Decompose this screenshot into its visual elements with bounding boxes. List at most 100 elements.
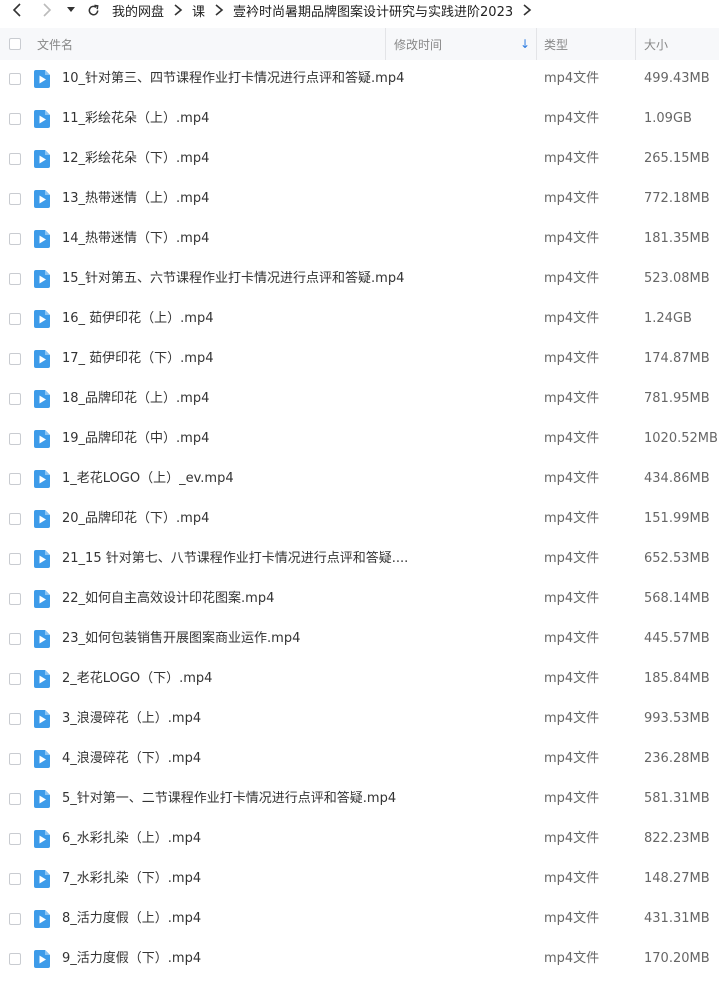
row-checkbox[interactable] — [9, 193, 21, 205]
file-name[interactable]: 1_老花LOGO（上）_ev.mp4 — [62, 459, 234, 499]
row-checkbox[interactable] — [9, 73, 21, 85]
file-row[interactable]: 3_浪漫碎花（上）.mp4 mp4文件 993.53MB — [0, 699, 719, 739]
file-row[interactable]: 9_活力度假（下）.mp4 mp4文件 170.20MB — [0, 939, 719, 979]
row-checkbox[interactable] — [9, 313, 21, 325]
file-row[interactable]: 22_如何自主高效设计印花图案.mp4 mp4文件 568.14MB — [0, 579, 719, 619]
file-name[interactable]: 10_针对第三、四节课程作业打卡情况进行点评和答疑.mp4 — [62, 59, 404, 99]
column-header-size[interactable]: 大小 — [644, 28, 668, 60]
file-row[interactable]: 23_如何包装销售开展图案商业运作.mp4 mp4文件 445.57MB — [0, 619, 719, 659]
row-checkbox[interactable] — [9, 473, 21, 485]
file-name[interactable]: 7_水彩扎染（下）.mp4 — [62, 859, 201, 899]
row-checkbox[interactable] — [9, 833, 21, 845]
file-name[interactable]: 2_老花LOGO（下）.mp4 — [62, 659, 212, 699]
row-checkbox[interactable] — [9, 953, 21, 965]
file-type: mp4文件 — [544, 431, 600, 446]
row-checkbox[interactable] — [9, 353, 21, 365]
file-name[interactable]: 3_浪漫碎花（上）.mp4 — [62, 699, 201, 739]
file-name[interactable]: 4_浪漫碎花（下）.mp4 — [62, 739, 201, 779]
file-row[interactable]: 11_彩绘花朵（上）.mp4 mp4文件 1.09GB — [0, 99, 719, 139]
sort-arrow-icon[interactable]: ↓ — [520, 28, 530, 60]
file-name[interactable]: 20_品牌印花（下）.mp4 — [62, 499, 209, 539]
file-row[interactable]: 8_活力度假（上）.mp4 mp4文件 431.31MB — [0, 899, 719, 939]
file-type: mp4文件 — [544, 671, 600, 686]
file-row[interactable]: 18_品牌印花（上）.mp4 mp4文件 781.95MB — [0, 379, 719, 419]
file-row[interactable]: 7_水彩扎染（下）.mp4 mp4文件 148.27MB — [0, 859, 719, 899]
file-row[interactable]: 10_针对第三、四节课程作业打卡情况进行点评和答疑.mp4 mp4文件 499.43… — [0, 59, 719, 99]
file-type: mp4文件 — [544, 351, 600, 366]
column-divider[interactable] — [385, 28, 386, 60]
file-size: 822.23MB — [644, 831, 710, 846]
file-list-header: 文件名 修改时间 ↓ 类型 大小 — [0, 28, 719, 60]
file-name[interactable]: 23_如何包装销售开展图案商业运作.mp4 — [62, 619, 300, 659]
file-row[interactable]: 15_针对第五、六节课程作业打卡情况进行点评和答疑.mp4 mp4文件 523.08… — [0, 259, 719, 299]
row-checkbox[interactable] — [9, 153, 21, 165]
file-row[interactable]: 13_热带迷情（上）.mp4 mp4文件 772.18MB — [0, 179, 719, 219]
column-divider[interactable] — [635, 28, 636, 60]
file-type: mp4文件 — [544, 71, 600, 86]
file-name[interactable]: 5_针对第一、二节课程作业打卡情况进行点评和答疑.mp4 — [62, 779, 396, 819]
file-row[interactable]: 17_ 茹伊印花（下）.mp4 mp4文件 174.87MB — [0, 339, 719, 379]
row-checkbox[interactable] — [9, 513, 21, 525]
file-row[interactable]: 6_水彩扎染（上）.mp4 mp4文件 822.23MB — [0, 819, 719, 859]
breadcrumb-item-current-folder[interactable]: 壹衿时尚暑期品牌图案设计研究与实践进阶2023 — [233, 1, 513, 20]
row-checkbox[interactable] — [9, 113, 21, 125]
video-file-icon — [33, 630, 51, 648]
row-checkbox[interactable] — [9, 873, 21, 885]
column-header-name[interactable]: 文件名 — [37, 28, 73, 60]
file-name[interactable]: 18_品牌印花（上）.mp4 — [62, 379, 209, 419]
refresh-icon[interactable] — [84, 0, 102, 20]
file-row[interactable]: 4_浪漫碎花（下）.mp4 mp4文件 236.28MB — [0, 739, 719, 779]
row-checkbox[interactable] — [9, 673, 21, 685]
breadcrumb-item-my-drive[interactable]: 我的网盘 — [112, 1, 164, 20]
file-row[interactable]: 20_品牌印花（下）.mp4 mp4文件 151.99MB — [0, 499, 719, 539]
file-name[interactable]: 6_水彩扎染（上）.mp4 — [62, 819, 201, 859]
dropdown-icon[interactable] — [65, 0, 77, 20]
video-file-icon — [33, 150, 51, 168]
file-size: 1.24GB — [644, 311, 692, 326]
row-checkbox[interactable] — [9, 393, 21, 405]
file-name[interactable]: 11_彩绘花朵（上）.mp4 — [62, 99, 209, 139]
row-checkbox[interactable] — [9, 233, 21, 245]
file-row[interactable]: 2_老花LOGO（下）.mp4 mp4文件 185.84MB — [0, 659, 719, 699]
file-type: mp4文件 — [544, 151, 600, 166]
row-checkbox[interactable] — [9, 593, 21, 605]
row-checkbox[interactable] — [9, 713, 21, 725]
file-name[interactable]: 15_针对第五、六节课程作业打卡情况进行点评和答疑.mp4 — [62, 259, 404, 299]
file-name[interactable]: 12_彩绘花朵（下）.mp4 — [62, 139, 209, 179]
file-size: 181.35MB — [644, 231, 710, 246]
file-row[interactable]: 1_老花LOGO（上）_ev.mp4 mp4文件 434.86MB — [0, 459, 719, 499]
file-row[interactable]: 12_彩绘花朵（下）.mp4 mp4文件 265.15MB — [0, 139, 719, 179]
column-divider[interactable] — [536, 28, 537, 60]
file-name[interactable]: 16_ 茹伊印花（上）.mp4 — [62, 299, 214, 339]
row-checkbox[interactable] — [9, 793, 21, 805]
row-checkbox[interactable] — [9, 753, 21, 765]
column-header-type[interactable]: 类型 — [544, 28, 568, 60]
row-checkbox[interactable] — [9, 553, 21, 565]
file-name[interactable]: 22_如何自主高效设计印花图案.mp4 — [62, 579, 274, 619]
video-file-icon — [33, 550, 51, 568]
video-file-icon — [33, 470, 51, 488]
file-row[interactable]: 19_品牌印花（中）.mp4 mp4文件 1020.52MB — [0, 419, 719, 459]
file-name[interactable]: 19_品牌印花（中）.mp4 — [62, 419, 209, 459]
column-header-modified[interactable]: 修改时间 — [394, 28, 442, 60]
file-row[interactable]: 16_ 茹伊印花（上）.mp4 mp4文件 1.24GB — [0, 299, 719, 339]
file-name[interactable]: 13_热带迷情（上）.mp4 — [62, 179, 209, 219]
file-name[interactable]: 8_活力度假（上）.mp4 — [62, 899, 201, 939]
file-name[interactable]: 14_热带迷情（下）.mp4 — [62, 219, 209, 259]
forward-icon[interactable] — [38, 0, 56, 20]
file-name[interactable]: 9_活力度假（下）.mp4 — [62, 939, 201, 979]
row-checkbox[interactable] — [9, 273, 21, 285]
back-icon[interactable] — [8, 0, 26, 20]
row-checkbox[interactable] — [9, 433, 21, 445]
breadcrumb-item-course[interactable]: 课 — [192, 1, 205, 20]
file-row[interactable]: 21_15 针对第七、八节课程作业打卡情况进行点评和答疑.... mp4文件 652… — [0, 539, 719, 579]
row-checkbox[interactable] — [9, 913, 21, 925]
row-checkbox[interactable] — [9, 633, 21, 645]
chevron-right-icon[interactable] — [519, 2, 535, 18]
file-row[interactable]: 14_热带迷情（下）.mp4 mp4文件 181.35MB — [0, 219, 719, 259]
file-row[interactable]: 5_针对第一、二节课程作业打卡情况进行点评和答疑.mp4 mp4文件 581.31M… — [0, 779, 719, 819]
file-name[interactable]: 21_15 针对第七、八节课程作业打卡情况进行点评和答疑.... — [62, 539, 408, 579]
select-all-checkbox[interactable] — [9, 38, 21, 50]
file-size: 236.28MB — [644, 751, 710, 766]
file-name[interactable]: 17_ 茹伊印花（下）.mp4 — [62, 339, 214, 379]
